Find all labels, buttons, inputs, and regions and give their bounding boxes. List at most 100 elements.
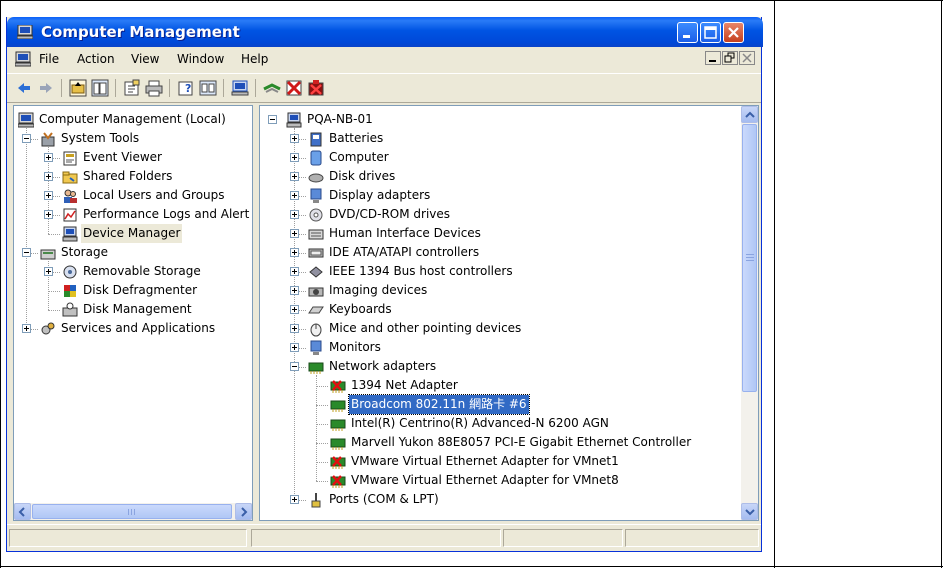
dvd-icon bbox=[309, 208, 323, 222]
expand-toggle[interactable] bbox=[44, 267, 53, 276]
tree-item[interactable]: Performance Logs and Alerts bbox=[14, 205, 250, 224]
console-tree-horizontal-scrollbar[interactable] bbox=[14, 503, 252, 520]
tree-item[interactable]: Keyboards bbox=[260, 300, 738, 319]
expand-toggle[interactable] bbox=[290, 343, 299, 352]
menu-window[interactable]: Window bbox=[177, 52, 224, 66]
tree-item[interactable]: Services and Applications bbox=[14, 319, 250, 338]
tree-item-label: Monitors bbox=[329, 340, 381, 354]
tree-item-label: Event Viewer bbox=[83, 150, 162, 164]
menu-bar: File Action View Window Help bbox=[7, 47, 761, 71]
tree-item[interactable]: Storage bbox=[14, 243, 250, 262]
expand-toggle[interactable] bbox=[290, 324, 299, 333]
tree-item[interactable]: Monitors bbox=[260, 338, 738, 357]
expand-toggle[interactable] bbox=[290, 305, 299, 314]
tree-item[interactable]: 1394 Net Adapter bbox=[260, 376, 738, 395]
scan-hardware-icon[interactable] bbox=[231, 79, 249, 97]
tree-item[interactable]: Network adapters bbox=[260, 357, 738, 376]
expand-toggle[interactable] bbox=[44, 172, 53, 181]
tree-item[interactable]: Removable Storage bbox=[14, 262, 250, 281]
device-tree-vertical-scrollbar[interactable] bbox=[741, 106, 758, 520]
expand-toggle[interactable] bbox=[290, 229, 299, 238]
expand-toggle[interactable] bbox=[44, 191, 53, 200]
scroll-left-button[interactable] bbox=[14, 503, 31, 520]
tree-item[interactable]: Event Viewer bbox=[14, 148, 250, 167]
status-cell bbox=[251, 529, 501, 547]
disk-management-icon bbox=[62, 302, 78, 317]
tree-item[interactable]: Mice and other pointing devices bbox=[260, 319, 738, 338]
expand-toggle[interactable] bbox=[290, 172, 299, 181]
tree-item[interactable]: PQA-NB-01 bbox=[260, 110, 738, 129]
tree-item[interactable]: Disk Defragmenter bbox=[14, 281, 250, 300]
tree-item[interactable]: Display adapters bbox=[260, 186, 738, 205]
tree-item[interactable]: Disk Management bbox=[14, 300, 250, 319]
device-tree-pane[interactable]: PQA-NB-01 Batteries Computer Disk drives Dis… bbox=[259, 105, 759, 521]
mdi-close-button[interactable] bbox=[739, 51, 755, 65]
tree-item[interactable]: Computer Management (Local) bbox=[14, 110, 250, 129]
maximize-button[interactable] bbox=[700, 22, 721, 43]
shared-folders-icon bbox=[62, 171, 78, 184]
restore-icon bbox=[724, 52, 735, 63]
expand-toggle[interactable] bbox=[290, 210, 299, 219]
mdi-restore-button[interactable] bbox=[722, 51, 738, 65]
tree-item[interactable]: Marvell Yukon 88E8057 PCI-E Gigabit Ethe… bbox=[260, 433, 738, 452]
help-icon[interactable]: ? bbox=[177, 79, 195, 97]
uninstall-device-icon[interactable] bbox=[307, 79, 325, 97]
update-driver-icon[interactable] bbox=[263, 79, 281, 97]
tree-item[interactable]: Imaging devices bbox=[260, 281, 738, 300]
tree-item[interactable]: IEEE 1394 Bus host controllers bbox=[260, 262, 738, 281]
collapse-toggle[interactable] bbox=[268, 115, 277, 124]
close-button[interactable] bbox=[723, 22, 744, 43]
expand-toggle[interactable] bbox=[44, 153, 53, 162]
menu-help[interactable]: Help bbox=[241, 52, 268, 66]
expand-toggle[interactable] bbox=[290, 267, 299, 276]
mmc-document-icon[interactable] bbox=[15, 51, 31, 67]
menu-action[interactable]: Action bbox=[77, 52, 115, 66]
tree-item[interactable]: IDE ATA/ATAPI controllers bbox=[260, 243, 738, 262]
horizontal-scroll-thumb[interactable] bbox=[32, 504, 232, 519]
tree-item[interactable]: VMware Virtual Ethernet Adapter for VMne… bbox=[260, 452, 738, 471]
export-list-icon[interactable] bbox=[199, 79, 217, 97]
tree-item[interactable]: Intel(R) Centrino(R) Advanced-N 6200 AGN bbox=[260, 414, 738, 433]
expand-toggle[interactable] bbox=[44, 210, 53, 219]
minimize-button[interactable] bbox=[677, 22, 698, 43]
scroll-down-button[interactable] bbox=[741, 503, 758, 520]
tree-item[interactable]: Ports (COM & LPT) bbox=[260, 490, 738, 509]
tree-item[interactable]: Broadcom 802.11n 網路卡 #6 bbox=[260, 394, 738, 415]
forward-arrow-icon[interactable] bbox=[37, 79, 55, 97]
expand-toggle[interactable] bbox=[290, 191, 299, 200]
scroll-right-button[interactable] bbox=[235, 503, 252, 520]
tree-item[interactable]: Device Manager bbox=[14, 224, 250, 243]
back-arrow-icon[interactable] bbox=[15, 79, 33, 97]
tree-item[interactable]: Shared Folders bbox=[14, 167, 250, 186]
menu-file[interactable]: File bbox=[39, 52, 59, 66]
expand-toggle[interactable] bbox=[290, 248, 299, 257]
expand-toggle[interactable] bbox=[22, 324, 31, 333]
tree-item[interactable]: DVD/CD-ROM drives bbox=[260, 205, 738, 224]
print-icon[interactable] bbox=[145, 79, 163, 97]
collapse-toggle[interactable] bbox=[290, 362, 299, 371]
disable-device-icon[interactable] bbox=[285, 79, 303, 97]
expand-toggle[interactable] bbox=[290, 286, 299, 295]
tree-item[interactable]: Disk drives bbox=[260, 167, 738, 186]
tree-item[interactable]: Local Users and Groups bbox=[14, 186, 250, 205]
chevron-left-icon bbox=[18, 507, 25, 517]
expand-toggle[interactable] bbox=[290, 134, 299, 143]
title-bar[interactable]: Computer Management bbox=[7, 17, 763, 47]
tree-item[interactable]: Computer bbox=[260, 148, 738, 167]
tree-item[interactable]: Batteries bbox=[260, 129, 738, 148]
scroll-up-button[interactable] bbox=[741, 106, 758, 123]
collapse-toggle[interactable] bbox=[22, 134, 31, 143]
expand-toggle[interactable] bbox=[290, 153, 299, 162]
tree-item[interactable]: Human Interface Devices bbox=[260, 224, 738, 243]
properties-icon[interactable] bbox=[123, 79, 141, 97]
menu-view[interactable]: View bbox=[131, 52, 159, 66]
show-hide-tree-icon[interactable] bbox=[91, 79, 109, 97]
collapse-toggle[interactable] bbox=[22, 248, 31, 257]
console-tree-pane[interactable]: Computer Management (Local) System Tools E… bbox=[13, 105, 253, 521]
tree-item[interactable]: System Tools bbox=[14, 129, 250, 148]
vertical-scroll-thumb[interactable] bbox=[742, 124, 757, 392]
up-folder-icon[interactable] bbox=[69, 79, 87, 97]
mdi-minimize-button[interactable] bbox=[705, 51, 721, 65]
expand-toggle[interactable] bbox=[290, 495, 299, 504]
tree-item[interactable]: VMware Virtual Ethernet Adapter for VMne… bbox=[260, 471, 738, 490]
